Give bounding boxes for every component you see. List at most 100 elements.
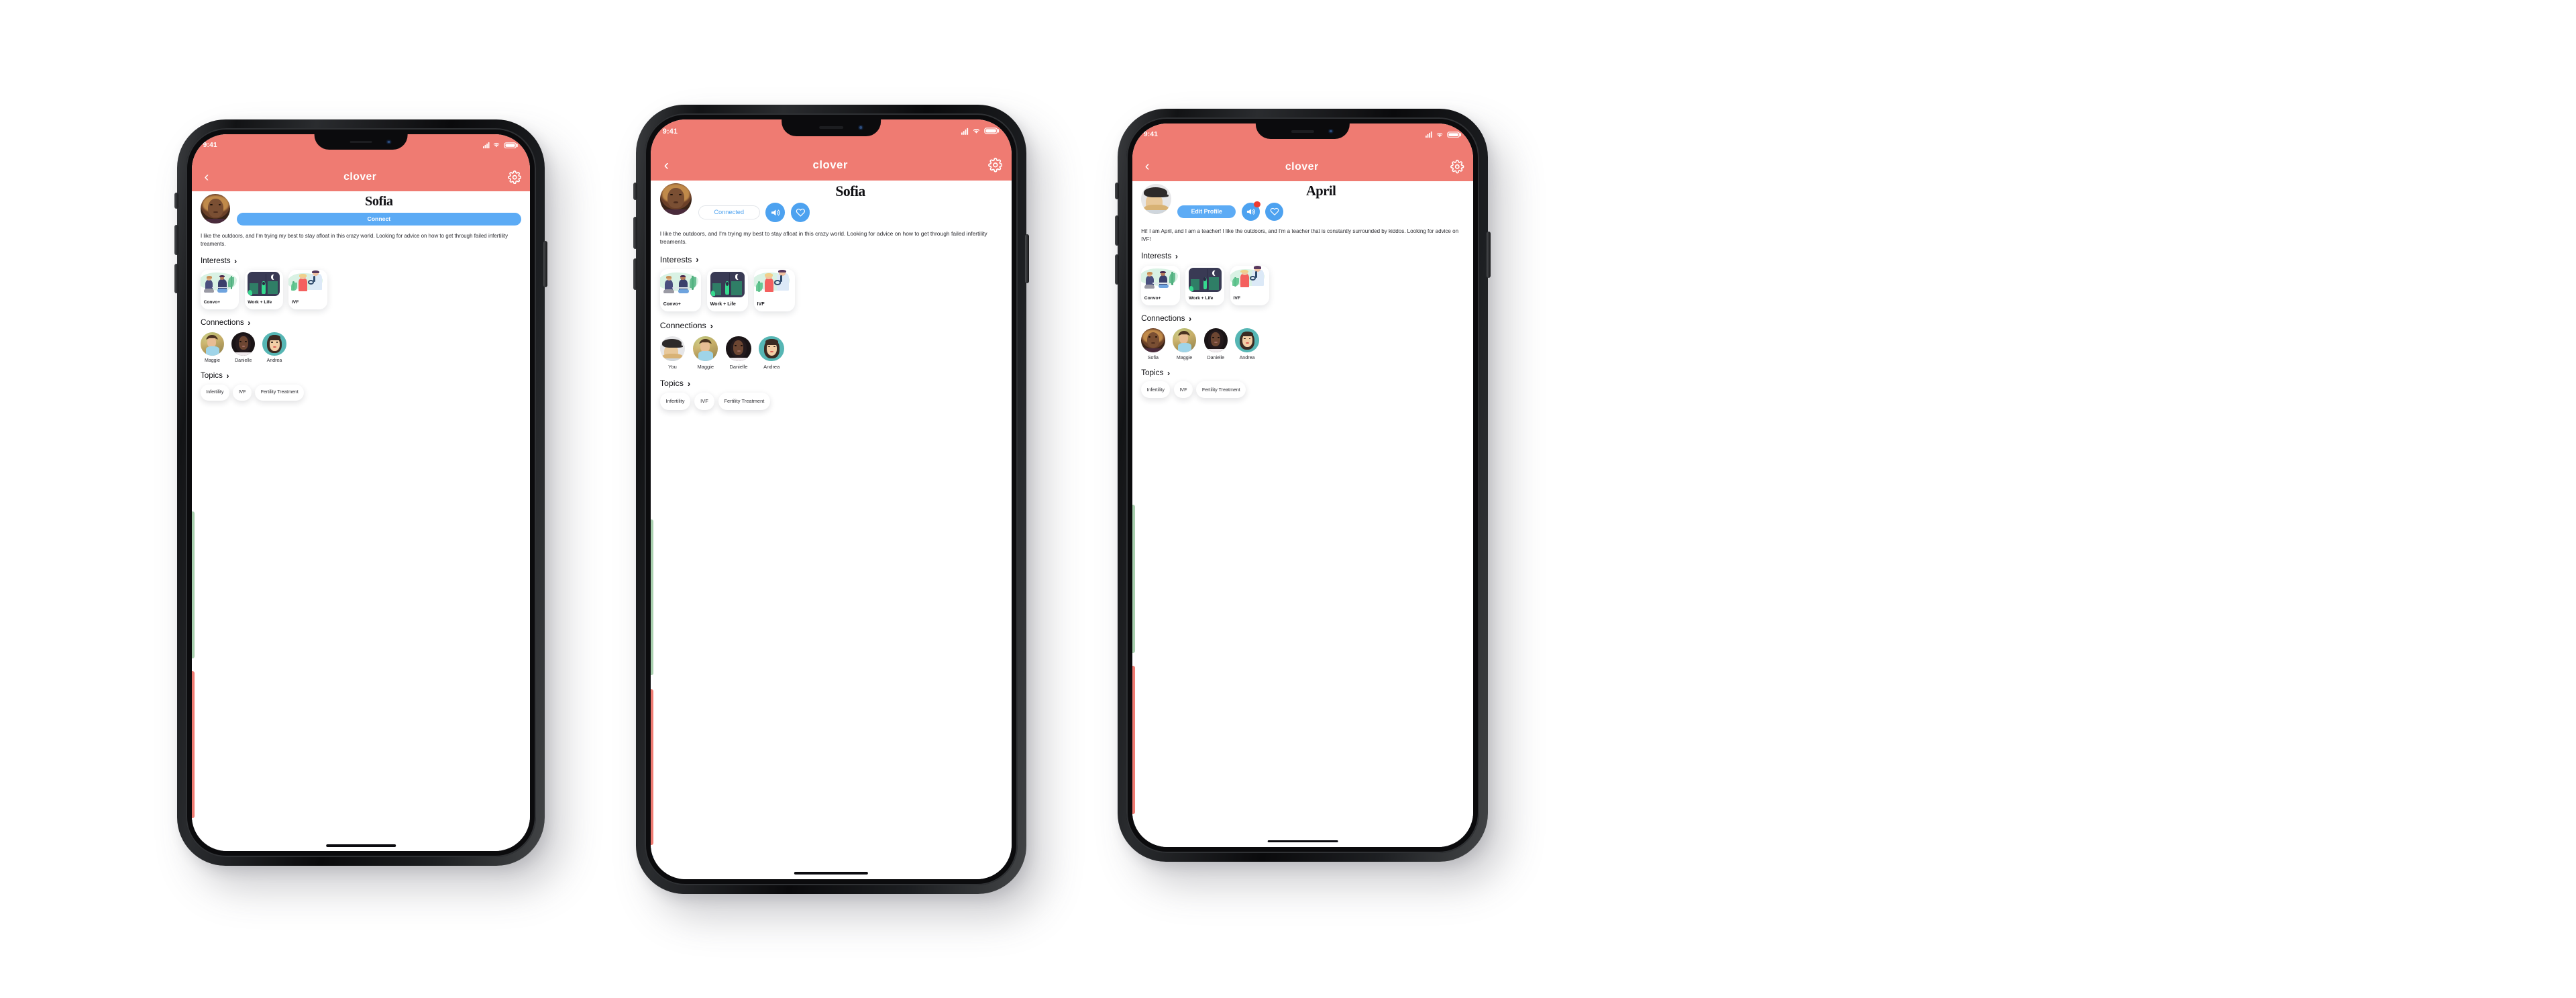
- heart-icon-button[interactable]: [1265, 202, 1284, 221]
- cellular-signal-icon: [482, 142, 490, 149]
- interest-card-label: IVF: [757, 301, 765, 307]
- connection-item[interactable]: Danielle: [726, 336, 751, 370]
- topics-section-header[interactable]: Topics ›: [192, 363, 530, 385]
- profile-header: Sofia Connected: [651, 177, 1012, 222]
- cellular-signal-icon: [961, 128, 969, 135]
- connection-item[interactable]: Sofia: [1141, 328, 1165, 360]
- avatar[interactable]: [659, 183, 692, 215]
- connections-label: Connections: [659, 321, 706, 331]
- earpiece-speaker: [1291, 130, 1314, 133]
- profile-header: April Edit Profile: [1132, 177, 1473, 221]
- app-title: clover: [343, 170, 377, 183]
- interest-card[interactable]: Work + Life: [1185, 265, 1225, 305]
- connection-item[interactable]: You: [659, 336, 686, 370]
- connection-item[interactable]: Maggie: [200, 332, 225, 363]
- topic-chip[interactable]: Infertility: [1141, 381, 1171, 398]
- back-button[interactable]: ‹: [201, 170, 213, 184]
- gear-icon[interactable]: [507, 170, 521, 184]
- interest-card[interactable]: IVF: [753, 269, 795, 312]
- back-button[interactable]: ‹: [1141, 160, 1153, 174]
- back-button[interactable]: ‹: [660, 158, 673, 172]
- connection-item[interactable]: Andrea: [1235, 328, 1259, 360]
- avatar[interactable]: [200, 193, 231, 224]
- megaphone-icon-button[interactable]: [765, 203, 785, 222]
- megaphone-icon-button[interactable]: [1241, 201, 1260, 221]
- interests-carousel[interactable]: Convo+ Work + Life IVF: [651, 269, 1012, 312]
- interest-card-label: IVF: [1233, 296, 1240, 301]
- topic-chip[interactable]: Fertility Treatment: [255, 384, 305, 401]
- topic-chip[interactable]: Fertility Treatment: [718, 392, 771, 410]
- topic-chip[interactable]: Infertility: [659, 392, 691, 410]
- topic-chip[interactable]: Infertility: [200, 384, 229, 401]
- app-title: clover: [812, 158, 848, 171]
- connect-button[interactable]: Connect: [236, 212, 522, 226]
- topic-chip[interactable]: Fertility Treatment: [1196, 381, 1246, 398]
- interest-card[interactable]: Convo+: [659, 269, 701, 312]
- interests-section-header[interactable]: Interests ›: [192, 248, 530, 270]
- connection-item[interactable]: Danielle: [231, 332, 256, 363]
- interests-section-header[interactable]: Interests ›: [1132, 244, 1473, 266]
- interest-card[interactable]: Convo+: [1141, 265, 1181, 305]
- connections-list[interactable]: Maggie Danielle Andrea: [192, 332, 530, 363]
- connection-item[interactable]: Andrea: [759, 336, 784, 370]
- connections-list[interactable]: Sofia Maggie Danielle Andrea: [1132, 328, 1473, 360]
- chevron-right-icon: ›: [1167, 368, 1171, 378]
- connection-name: Danielle: [235, 358, 252, 363]
- app-screen: ‹ clover 9:41: [1132, 123, 1473, 847]
- topics-list[interactable]: Infertility IVF Fertility Treatment: [651, 392, 1012, 410]
- connected-status-button[interactable]: Connected: [698, 205, 760, 219]
- connections-section-header[interactable]: Connections ›: [651, 311, 1012, 336]
- gear-icon[interactable]: [1450, 160, 1464, 174]
- gear-icon[interactable]: [987, 158, 1003, 172]
- profile-bio: Hi! I am April, and I am a teacher! I li…: [1141, 228, 1459, 243]
- topic-chip[interactable]: IVF: [694, 392, 714, 410]
- page-title: April: [1305, 183, 1336, 199]
- avatar: [200, 332, 225, 356]
- home-indicator[interactable]: [326, 844, 396, 847]
- interest-card-label: Work + Life: [1189, 296, 1214, 301]
- connections-label: Connections: [200, 318, 244, 328]
- interest-card[interactable]: Work + Life: [244, 270, 283, 309]
- interest-card[interactable]: Convo+: [200, 270, 239, 309]
- avatar[interactable]: [1141, 183, 1171, 214]
- interest-card[interactable]: IVF: [1230, 265, 1269, 305]
- interest-card[interactable]: IVF: [288, 270, 327, 309]
- earpiece-speaker: [819, 126, 843, 130]
- topics-label: Topics: [659, 379, 684, 389]
- heart-icon-button[interactable]: [790, 203, 810, 222]
- interest-card[interactable]: Work + Life: [706, 269, 748, 312]
- woman-city-night-illustration: [244, 270, 283, 299]
- topic-chip[interactable]: IVF: [233, 384, 252, 401]
- topic-chip[interactable]: IVF: [1173, 381, 1193, 398]
- section-accent-strip: [651, 519, 654, 676]
- section-accent-strip: [651, 854, 654, 879]
- chevron-right-icon: ›: [1175, 251, 1178, 261]
- topics-section-header[interactable]: Topics ›: [1132, 360, 1473, 382]
- avatar: [726, 336, 751, 362]
- chevron-right-icon: ›: [710, 320, 713, 331]
- topics-list[interactable]: Infertility IVF Fertility Treatment: [192, 384, 530, 401]
- topics-section-header[interactable]: Topics ›: [651, 370, 1012, 393]
- avatar: [1141, 328, 1165, 352]
- interests-carousel[interactable]: Convo+ Work + Life IVF: [1132, 265, 1473, 305]
- connections-section-header[interactable]: Connections ›: [192, 309, 530, 332]
- home-indicator[interactable]: [1267, 840, 1338, 843]
- connection-item[interactable]: Maggie: [1172, 328, 1197, 360]
- home-indicator[interactable]: [794, 872, 869, 875]
- interests-section-header[interactable]: Interests ›: [651, 246, 1012, 269]
- edit-profile-button[interactable]: Edit Profile: [1177, 205, 1236, 219]
- connection-name: Andrea: [1239, 354, 1255, 360]
- topics-label: Topics: [200, 371, 223, 381]
- connections-section-header[interactable]: Connections ›: [1132, 305, 1473, 329]
- connection-item[interactable]: Andrea: [262, 332, 286, 363]
- avatar: [1203, 328, 1228, 352]
- connection-name: Danielle: [729, 364, 748, 370]
- page-title: Sofia: [835, 183, 865, 199]
- connection-item[interactable]: Maggie: [693, 336, 718, 370]
- topics-list[interactable]: Infertility IVF Fertility Treatment: [1132, 381, 1473, 398]
- interests-carousel[interactable]: Convo+ Work + Life IVF: [192, 270, 530, 309]
- connection-item[interactable]: Danielle: [1203, 328, 1228, 360]
- chevron-right-icon: ›: [1189, 313, 1192, 323]
- connections-list[interactable]: You Maggie Danielle Andrea: [651, 336, 1012, 370]
- section-accent-strip: [1132, 666, 1136, 815]
